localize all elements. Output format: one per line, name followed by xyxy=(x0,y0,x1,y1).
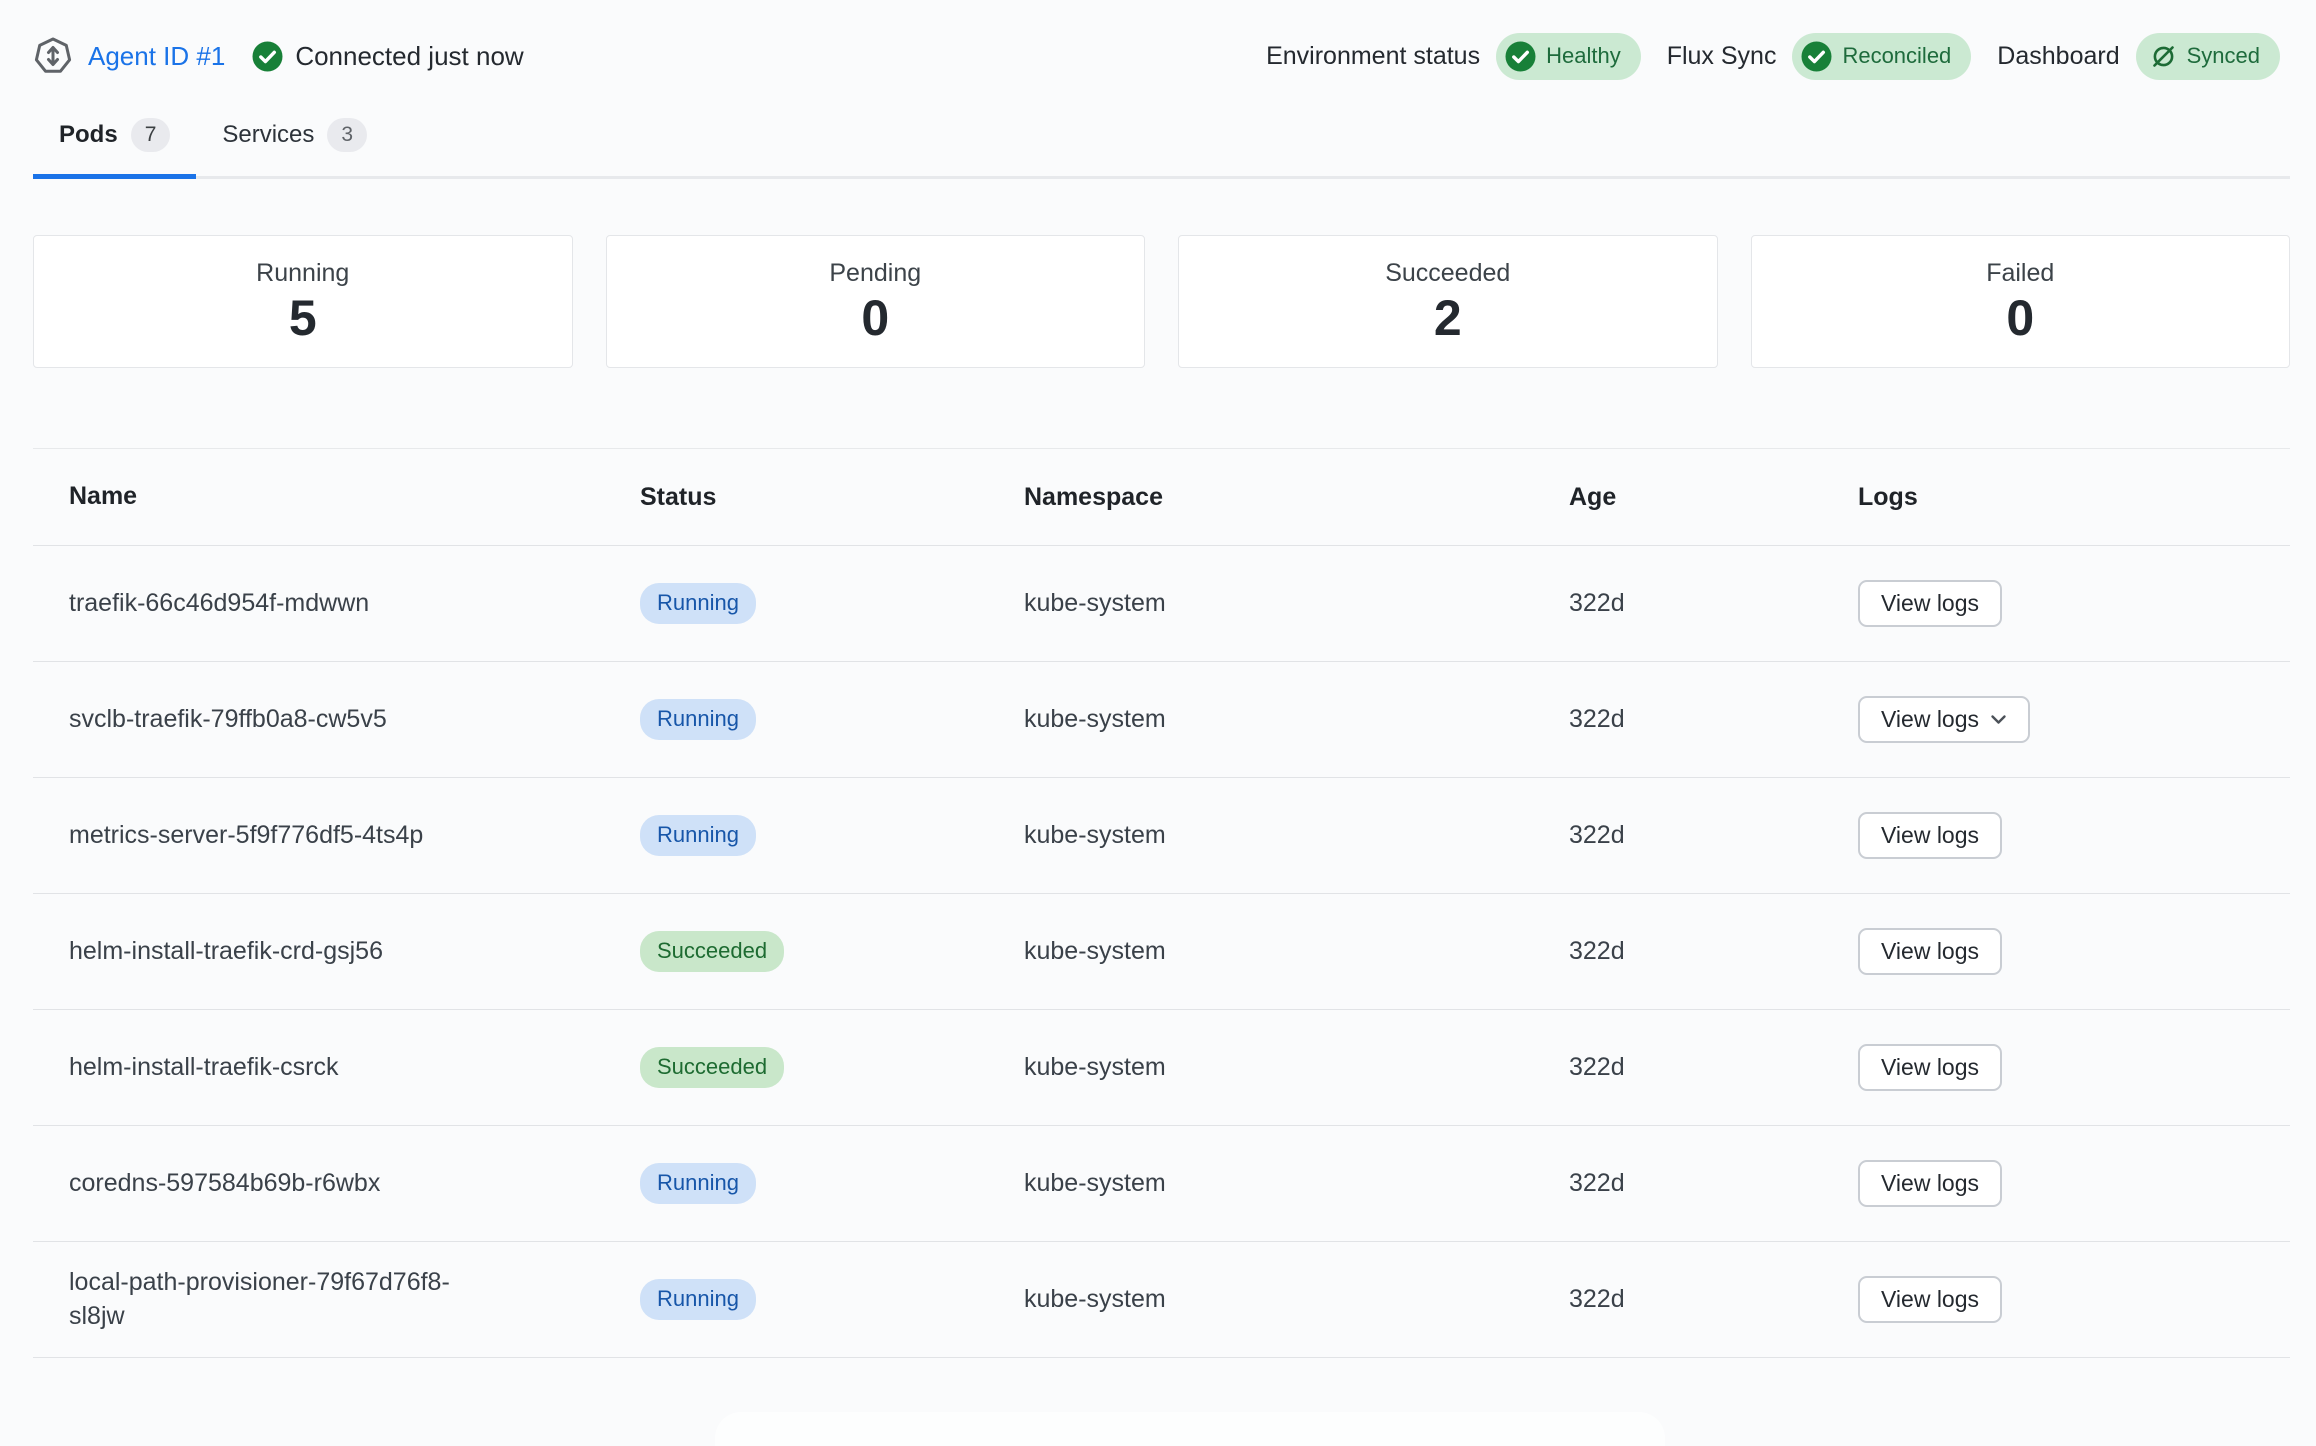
view-logs-button[interactable]: View logs xyxy=(1858,928,2002,975)
status-badge: Running xyxy=(640,1163,756,1203)
pod-age: 322d xyxy=(1569,1053,1858,1082)
pod-name: traefik-66c46d954f-mdwwn xyxy=(33,577,473,631)
tab-services-count: 3 xyxy=(327,118,367,152)
column-header-logs: Logs xyxy=(1858,483,2290,512)
table-row: metrics-server-5f9f776df5-4ts4p Running … xyxy=(33,778,2290,894)
tab-services[interactable]: Services 3 xyxy=(196,118,393,176)
view-logs-label: View logs xyxy=(1881,1054,1979,1081)
stat-label: Pending xyxy=(829,259,921,288)
stat-card-failed: Failed 0 xyxy=(1751,235,2291,368)
pod-name: helm-install-traefik-crd-gsj56 xyxy=(33,925,473,979)
stat-value: 5 xyxy=(289,292,317,345)
pods-table: Name Status Namespace Age Logs traefik-6… xyxy=(33,448,2290,1358)
pod-stats-row: Running 5 Pending 0 Succeeded 2 Failed 0 xyxy=(33,235,2290,368)
status-badge: Succeeded xyxy=(640,931,784,971)
view-logs-button[interactable]: View logs xyxy=(1858,1160,2002,1207)
status-badge: Running xyxy=(640,1279,756,1319)
environment-status-badge: Healthy xyxy=(1496,33,1641,80)
pod-name: svclb-traefik-79ffb0a8-cw5v5 xyxy=(33,693,473,747)
pods-table-body: traefik-66c46d954f-mdwwn Running kube-sy… xyxy=(33,546,2290,1358)
pod-age: 322d xyxy=(1569,1169,1858,1198)
table-row: svclb-traefik-79ffb0a8-cw5v5 Running kub… xyxy=(33,662,2290,778)
view-logs-button[interactable]: View logs xyxy=(1858,1044,2002,1091)
agent-icon xyxy=(33,36,73,76)
dashboard-label: Dashboard xyxy=(1997,42,2119,71)
pod-name: metrics-server-5f9f776df5-4ts4p xyxy=(33,809,473,863)
tab-pods[interactable]: Pods 7 xyxy=(33,118,196,176)
table-row: helm-install-traefik-csrck Succeeded kub… xyxy=(33,1010,2290,1126)
stat-label: Succeeded xyxy=(1385,259,1510,288)
column-header-name: Name xyxy=(33,480,473,514)
pod-age: 322d xyxy=(1569,821,1858,850)
column-header-age: Age xyxy=(1569,483,1858,512)
environment-status-value: Healthy xyxy=(1546,43,1621,69)
view-logs-button[interactable]: View logs xyxy=(1858,580,2002,627)
pod-name: local-path-provisioner-79f67d76f8-sl8jw xyxy=(33,1256,473,1344)
view-logs-label: View logs xyxy=(1881,822,1979,849)
tab-pods-count: 7 xyxy=(131,118,171,152)
table-row: local-path-provisioner-79f67d76f8-sl8jw … xyxy=(33,1242,2290,1358)
status-badge: Succeeded xyxy=(640,1047,784,1087)
bottom-sheet-hint xyxy=(715,1412,1665,1446)
topbar: Agent ID #1 Connected just now Environme… xyxy=(0,0,2316,82)
connected-check-icon xyxy=(252,41,283,72)
view-logs-button[interactable]: View logs xyxy=(1858,812,2002,859)
pod-namespace: kube-system xyxy=(1024,821,1569,850)
status-badge: Running xyxy=(640,583,756,623)
pod-namespace: kube-system xyxy=(1024,705,1569,734)
status-badge: Running xyxy=(640,815,756,855)
pod-age: 322d xyxy=(1569,589,1858,618)
pod-age: 322d xyxy=(1569,705,1858,734)
sync-icon xyxy=(2150,43,2177,70)
dashboard-sync-badge: Synced xyxy=(2136,33,2280,80)
dashboard-sync-value: Synced xyxy=(2187,43,2260,69)
check-circle-icon xyxy=(1801,41,1832,72)
flux-sync-label: Flux Sync xyxy=(1667,42,1777,71)
pod-age: 322d xyxy=(1569,1285,1858,1314)
check-circle-icon xyxy=(1505,41,1536,72)
pod-namespace: kube-system xyxy=(1024,589,1569,618)
stat-card-running: Running 5 xyxy=(33,235,573,368)
view-logs-label: View logs xyxy=(1881,938,1979,965)
stat-value: 0 xyxy=(861,292,889,345)
column-header-status: Status xyxy=(640,483,1024,512)
column-header-namespace: Namespace xyxy=(1024,483,1569,512)
view-logs-label: View logs xyxy=(1881,1286,1979,1313)
flux-sync-badge: Reconciled xyxy=(1792,33,1971,80)
view-logs-button[interactable]: View logs xyxy=(1858,696,2030,743)
pod-namespace: kube-system xyxy=(1024,937,1569,966)
stat-card-pending: Pending 0 xyxy=(606,235,1146,368)
stat-label: Failed xyxy=(1986,259,2054,288)
stat-value: 0 xyxy=(2006,292,2034,345)
view-logs-label: View logs xyxy=(1881,706,1979,733)
pods-table-header: Name Status Namespace Age Logs xyxy=(33,448,2290,546)
stat-label: Running xyxy=(256,259,349,288)
connection-status-text: Connected just now xyxy=(295,41,523,72)
stat-value: 2 xyxy=(1434,292,1462,345)
flux-sync-value: Reconciled xyxy=(1842,43,1951,69)
pod-namespace: kube-system xyxy=(1024,1285,1569,1314)
table-row: coredns-597584b69b-r6wbx Running kube-sy… xyxy=(33,1126,2290,1242)
environment-status-label: Environment status xyxy=(1266,42,1480,71)
pod-name: coredns-597584b69b-r6wbx xyxy=(33,1157,473,1211)
pod-name: helm-install-traefik-csrck xyxy=(33,1041,473,1095)
view-logs-button[interactable]: View logs xyxy=(1858,1276,2002,1323)
table-row: traefik-66c46d954f-mdwwn Running kube-sy… xyxy=(33,546,2290,662)
pod-age: 322d xyxy=(1569,937,1858,966)
status-badge: Running xyxy=(640,699,756,739)
pod-namespace: kube-system xyxy=(1024,1053,1569,1082)
view-logs-label: View logs xyxy=(1881,1170,1979,1197)
agent-id-link[interactable]: Agent ID #1 xyxy=(88,41,225,72)
tab-bar: Pods 7 Services 3 xyxy=(33,118,2290,179)
view-logs-label: View logs xyxy=(1881,590,1979,617)
chevron-down-icon xyxy=(1990,714,2007,725)
pod-namespace: kube-system xyxy=(1024,1169,1569,1198)
tab-services-label: Services xyxy=(222,121,314,149)
tab-pods-label: Pods xyxy=(59,121,118,149)
table-row: helm-install-traefik-crd-gsj56 Succeeded… xyxy=(33,894,2290,1010)
stat-card-succeeded: Succeeded 2 xyxy=(1178,235,1718,368)
